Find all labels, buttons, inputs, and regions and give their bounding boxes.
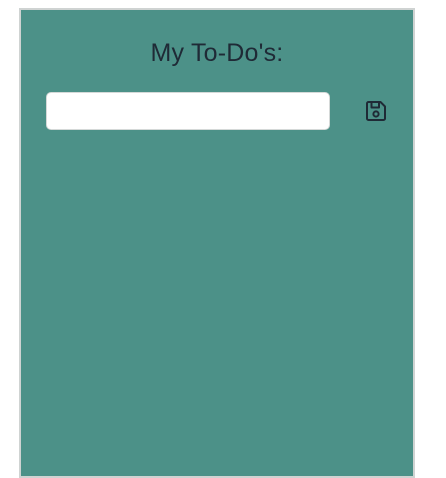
page-title: My To-Do's:	[150, 39, 284, 67]
save-button[interactable]	[361, 96, 391, 126]
floppy-disk-icon	[364, 99, 388, 123]
todo-panel: My To-Do's:	[19, 8, 415, 478]
todo-input[interactable]	[46, 92, 330, 130]
